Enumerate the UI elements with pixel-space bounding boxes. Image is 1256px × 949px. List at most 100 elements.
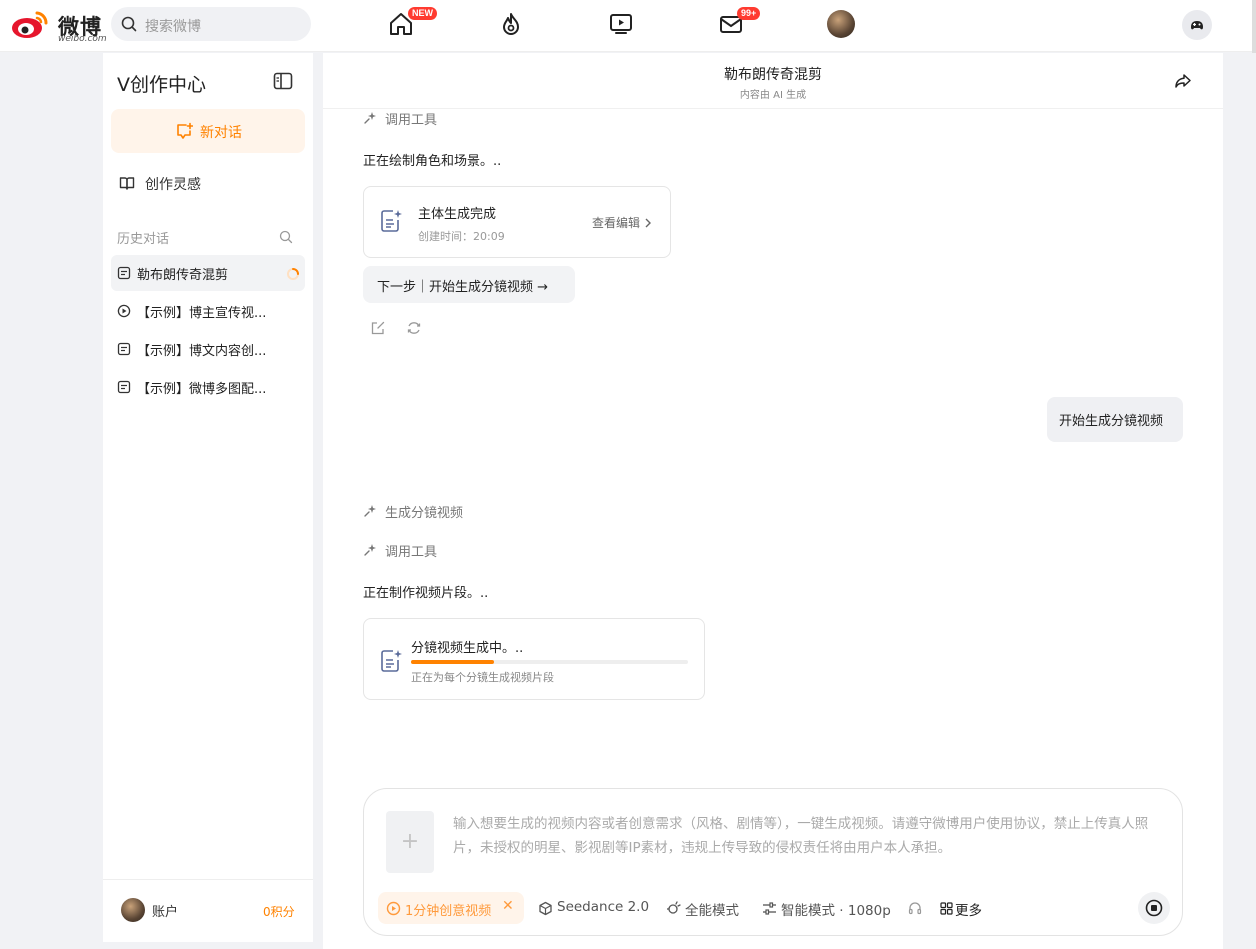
sidebar-toggle-icon[interactable] <box>273 72 293 90</box>
sidebar-divider <box>103 879 313 880</box>
stop-generation-button[interactable] <box>1138 892 1170 924</box>
nav-hot[interactable] <box>498 11 526 39</box>
document-sparkle-icon <box>381 210 402 232</box>
logo-subtext: weibo.com <box>58 34 107 44</box>
next-step-button[interactable]: 下一步｜开始生成分镜视频 → <box>363 266 575 303</box>
video-clock-icon <box>386 901 401 916</box>
assistant-message: 正在制作视频片段。.. <box>363 586 489 601</box>
sparkle-icon <box>364 112 376 124</box>
progress-bar <box>411 660 688 664</box>
new-badge: NEW <box>408 7 437 20</box>
sliders-icon <box>763 902 776 915</box>
prompt-composer: + 输入想要生成的视频内容或者创意需求（风格、剧情等），一键生成视频。请遵守微博… <box>363 788 1183 936</box>
conversation-panel: 勒布朗传奇混剪 内容由 AI 生成 调用工具 正在绘制角色和场景。.. 主体生成… <box>323 53 1223 949</box>
nav-messages[interactable]: 99+ <box>718 7 761 39</box>
progress-bar-fill <box>411 660 495 664</box>
new-chat-label: 新对话 <box>200 125 242 141</box>
wand-icon <box>667 901 681 914</box>
history-search-icon[interactable] <box>279 230 293 244</box>
headphones-icon[interactable] <box>908 901 922 915</box>
game-button[interactable] <box>1182 10 1212 40</box>
history-item-label: 【示例】博主宣传视... <box>137 306 267 321</box>
grid-icon <box>940 902 953 915</box>
sidebar: V创作中心 新对话 创作灵感 历史对话 勒布朗传奇混剪 【示例】博主宣传视...… <box>103 53 313 942</box>
subject-result-card[interactable]: 主体生成完成 创建时间：20:09 查看编辑 <box>363 186 671 258</box>
close-icon[interactable]: ✕ <box>502 898 514 914</box>
conversation-header: 勒布朗传奇混剪 内容由 AI 生成 <box>323 53 1223 109</box>
video-icon <box>610 14 632 34</box>
prompt-input[interactable]: 输入想要生成的视频内容或者创意需求（风格、剧情等），一键生成视频。请遵守微博用户… <box>453 812 1163 860</box>
account-avatar[interactable] <box>121 898 145 922</box>
view-edit-link[interactable]: 查看编辑 <box>592 214 652 231</box>
search-box[interactable]: 搜索微博 <box>111 7 311 41</box>
loading-spinner-icon <box>287 268 299 280</box>
template-chip-label: 1分钟创意视频 <box>405 904 492 919</box>
generate-step-label: 生成分镜视频 <box>385 506 464 521</box>
sidebar-title: V创作中心 <box>117 74 206 96</box>
share-icon[interactable] <box>1174 73 1192 89</box>
account-link[interactable]: 账户 <box>152 901 178 920</box>
stop-icon <box>1145 899 1163 917</box>
history-section-label: 历史对话 <box>117 232 170 247</box>
history-item[interactable]: 【示例】博主宣传视... <box>111 293 305 329</box>
regenerate-icon[interactable] <box>406 320 422 336</box>
book-open-icon <box>119 177 135 190</box>
sparkle-icon <box>364 505 376 517</box>
weibo-logo[interactable]: 微博 weibo.com <box>10 8 107 44</box>
sidebar-item-inspiration[interactable]: 创作灵感 <box>117 173 297 193</box>
ai-generated-note: 内容由 AI 生成 <box>739 90 807 101</box>
history-item-label: 【示例】微博多图配... <box>137 382 267 397</box>
template-chip[interactable]: 1分钟创意视频 ✕ <box>378 892 524 924</box>
view-edit-label: 查看编辑 <box>592 216 641 230</box>
history-item[interactable]: 【示例】博文内容创... <box>111 331 305 367</box>
next-step-label: 下一步｜开始生成分镜视频 → <box>377 280 549 295</box>
history-item[interactable]: 【示例】微博多图配... <box>111 369 305 405</box>
new-chat-icon <box>177 122 193 139</box>
history-item-label: 【示例】博文内容创... <box>137 344 267 359</box>
video-progress-card[interactable]: 分镜视频生成中。.. 正在为每个分镜生成视频片段 <box>363 618 705 700</box>
top-nav-bar: 微博 weibo.com 搜索微博 NEW 99+ <box>0 0 1256 60</box>
play-icon <box>117 304 131 318</box>
weibo-eye-icon <box>12 11 48 38</box>
nav-home[interactable]: NEW <box>388 7 437 39</box>
page-scrollbar[interactable] <box>1252 0 1256 60</box>
tool-call-label: 调用工具 <box>385 545 438 560</box>
doc-icon <box>117 266 131 280</box>
chevron-right-icon <box>645 218 651 228</box>
sparkle-icon <box>364 544 376 556</box>
nav-video[interactable] <box>608 11 636 39</box>
conversation-title: 勒布朗传奇混剪 <box>724 67 822 83</box>
user-avatar[interactable] <box>827 10 855 38</box>
quality-label: 智能模式 · 1080p <box>781 903 891 919</box>
new-chat-button[interactable]: 新对话 <box>111 109 305 153</box>
card-time-label: 创建时间： <box>418 230 473 243</box>
more-label: 更多 <box>955 903 982 919</box>
mode-label: 全能模式 <box>685 903 739 919</box>
doc-icon <box>117 342 131 356</box>
card-title: 主体生成完成 <box>418 207 497 222</box>
mail-badge: 99+ <box>737 7 761 20</box>
user-message-text: 开始生成分镜视频 <box>1059 414 1164 429</box>
search-icon <box>121 16 137 32</box>
card-description: 正在为每个分镜生成视频片段 <box>411 671 554 684</box>
card-time-value: 20:09 <box>473 230 505 243</box>
user-message-bubble: 开始生成分镜视频 <box>1047 397 1183 442</box>
points-balance[interactable]: 0积分 <box>263 903 295 920</box>
model-label: Seedance 2.0 <box>557 899 650 915</box>
cube-icon <box>539 901 552 916</box>
history-item-label: 勒布朗传奇混剪 <box>137 268 229 283</box>
document-sparkle-icon <box>381 650 402 672</box>
sidebar-item-label: 创作灵感 <box>145 177 201 193</box>
plus-icon: + <box>400 829 420 854</box>
right-gutter <box>1223 53 1256 949</box>
flame-icon <box>503 13 519 35</box>
assistant-message: 正在绘制角色和场景。.. <box>363 154 502 169</box>
upload-image-button[interactable]: + <box>386 811 434 873</box>
history-item[interactable]: 勒布朗传奇混剪 <box>111 255 305 291</box>
doc-icon <box>117 380 131 394</box>
edit-icon[interactable] <box>370 320 386 336</box>
card-title: 分镜视频生成中。.. <box>411 641 524 656</box>
card-created-time: 创建时间：20:09 <box>418 228 505 244</box>
search-placeholder: 搜索微博 <box>145 19 201 35</box>
tool-call-label: 调用工具 <box>385 113 438 128</box>
